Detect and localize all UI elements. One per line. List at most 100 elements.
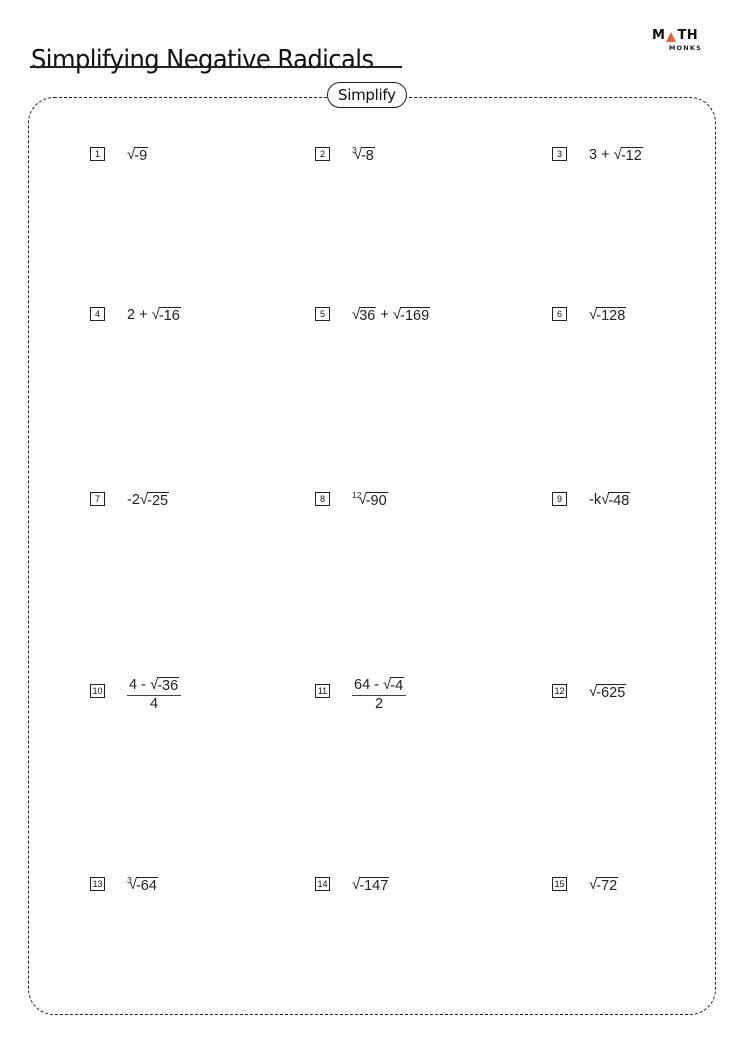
problem-item: 9 -k √ -48 [552,490,631,509]
radicand: -9 [134,147,149,164]
radical: 12 √ -90 [352,490,388,509]
title-underline [30,66,402,68]
problem-number: 13 [90,877,105,891]
problem-expression: 2 + √ -16 [127,305,181,324]
radicand: -72 [596,877,619,894]
radicand: -64 [135,877,158,894]
problem-expression: √ -625 [589,682,627,701]
fraction: 64 - √ -4 2 [352,675,407,712]
radicand: -128 [596,307,627,324]
fraction-denominator: 2 [375,696,384,712]
radical: √ -36 [150,675,180,694]
problem-expression: 3 √ -64 [127,875,158,894]
problem-number: 4 [90,307,105,321]
problem-expression: 12 √ -90 [352,490,388,509]
problem-number: 5 [315,307,330,321]
expression-text: 3 + [589,147,614,163]
problem-item: 2 3 √ -8 [315,145,375,164]
expression-text: + [376,307,393,323]
radicand: -147 [359,877,390,894]
radical-index: 3 [127,875,132,885]
radicand: -12 [620,147,643,164]
radical: √ -169 [393,305,431,324]
radicand: -625 [596,684,627,701]
problem-item: 5 √ 36 + √ -169 [315,305,431,324]
problem-expression: 3 √ -8 [352,145,375,164]
radicand: -169 [400,307,431,324]
logo-triangle-icon [666,32,677,42]
problem-item: 14 √ -147 [315,875,390,894]
radicand: -16 [158,307,181,324]
problem-expression: -k √ -48 [589,490,631,509]
problem-number: 14 [315,877,330,891]
problem-number: 12 [552,684,567,698]
problem-number: 15 [552,877,567,891]
problem-expression: √ -128 [589,305,627,324]
problem-item: 8 12 √ -90 [315,490,388,509]
problem-expression: √ -9 [127,145,149,164]
logo-letter-m: M [652,28,666,43]
radical: √ 36 [352,305,377,324]
logo-subtitle: MONKS [668,44,702,52]
fraction-numerator: 64 - √ -4 [352,675,407,696]
problem-number: 1 [90,147,105,161]
radical: √ -128 [589,305,627,324]
problem-expression: 4 - √ -36 4 [127,675,182,712]
problem-number: 11 [315,684,330,698]
fraction-numerator: 4 - √ -36 [127,675,182,696]
radical: √ -12 [614,145,643,164]
radicand: -4 [390,677,405,694]
problem-number: 10 [90,684,105,698]
problem-number: 6 [552,307,567,321]
radical: √ -4 [383,675,405,694]
section-label: Simplify [327,82,407,108]
problem-expression: √ -147 [352,875,390,894]
problem-item: 15 √ -72 [552,875,619,894]
problem-item: 13 3 √ -64 [90,875,158,894]
fraction-denominator: 4 [150,696,159,712]
problem-expression: -2 √ -25 [127,490,170,509]
expression-text: 4 - [129,677,150,693]
radical: √ -147 [352,875,390,894]
radical: 3 √ -8 [352,145,375,164]
problem-number: 9 [552,492,567,506]
problem-number: 2 [315,147,330,161]
radical: 3 √ -64 [127,875,158,894]
logo-letters-th: TH [677,28,699,43]
radical: √ -48 [601,490,631,509]
page-title: Simplifying Negative Radicals [31,45,374,76]
expression-text: 2 + [127,307,152,323]
expression-text: 64 - [354,677,384,693]
problem-item: 1 √ -9 [90,145,149,164]
radical: √ -72 [589,875,619,894]
problem-item: 10 4 - √ -36 4 [90,675,182,712]
radicand: -36 [157,677,180,694]
math-monks-logo: M TH MONKS [652,28,708,52]
problem-number: 7 [90,492,105,506]
problem-expression: 3 + √ -12 [589,145,643,164]
problem-expression: 64 - √ -4 2 [352,675,407,712]
problem-item: 4 2 + √ -16 [90,305,181,324]
fraction: 4 - √ -36 4 [127,675,182,712]
expression-text: -k [589,492,602,508]
problem-item: 3 3 + √ -12 [552,145,643,164]
expression-text: -2 [127,492,140,508]
problem-item: 7 -2 √ -25 [90,490,170,509]
problem-expression: √ 36 + √ -169 [352,305,431,324]
radical: √ -9 [127,145,149,164]
radical: √ -625 [589,682,627,701]
problem-item: 6 √ -128 [552,305,627,324]
radical: √ -16 [152,305,181,324]
radicand: -25 [147,492,170,509]
radical-index: 3 [352,145,357,155]
radical: √ -25 [140,490,170,509]
radicand: 36 [359,307,377,324]
problem-item: 12 √ -625 [552,682,627,701]
radical-index: 12 [352,490,362,500]
radicand: -90 [365,492,388,509]
radicand: -48 [608,492,631,509]
radicand: -8 [360,147,375,164]
logo-wordmark: M TH [652,28,708,43]
problem-expression: √ -72 [589,875,619,894]
problem-number: 3 [552,147,567,161]
